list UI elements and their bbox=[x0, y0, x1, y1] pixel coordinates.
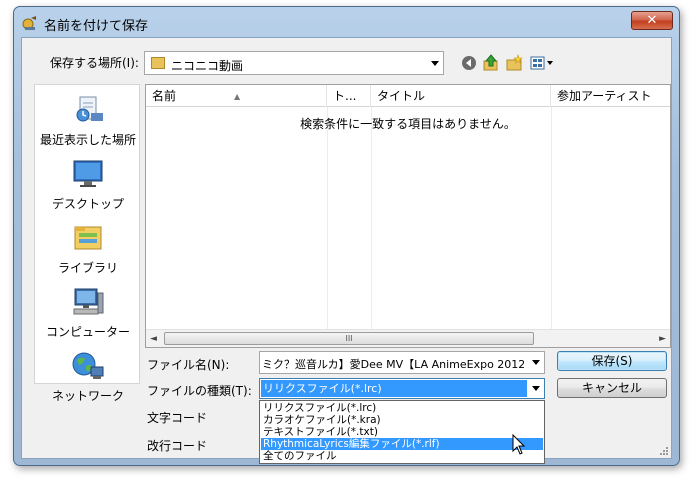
column-divider bbox=[551, 107, 552, 329]
sidebar-item-label: 最近表示した場所 bbox=[39, 133, 136, 147]
sidebar-item-computer[interactable]: コンピューター bbox=[35, 287, 141, 340]
sidebar-item-label: ライブラリ bbox=[57, 261, 118, 275]
sidebar-item-network[interactable]: ネットワーク bbox=[35, 351, 141, 404]
dropdown-option[interactable]: カラオケファイル(*.kra) bbox=[261, 414, 543, 426]
back-icon[interactable] bbox=[460, 54, 478, 72]
new-folder-icon[interactable] bbox=[506, 54, 524, 72]
title-bar[interactable]: 名前を付けて保存 ✕ bbox=[14, 7, 679, 37]
filetype-select[interactable]: リリクスファイル(*.lrc) bbox=[259, 378, 545, 399]
save-button[interactable]: 保存(S) bbox=[557, 351, 667, 371]
chevron-down-icon[interactable] bbox=[431, 61, 439, 66]
filetype-selected-value: リリクスファイル(*.lrc) bbox=[261, 380, 527, 397]
computer-icon bbox=[73, 288, 104, 315]
dialog-body: 保存する場所(I): ニコニコ動画 最近表示した場所 デスクトップ ライブラリ … bbox=[21, 37, 672, 464]
list-header: 名前 ▲ ト... タイトル 参加アーティスト bbox=[146, 85, 670, 107]
navigation-pane: 最近表示した場所 デスクトップ ライブラリ コンピューター ネットワーク bbox=[34, 84, 141, 403]
sidebar-item-label: コンピューター bbox=[45, 325, 130, 339]
desktop-icon bbox=[73, 160, 103, 187]
filetype-label: ファイルの種類(T): bbox=[147, 384, 252, 398]
filetype-dropdown-list: リリクスファイル(*.lrc) カラオケファイル(*.kra) テキストファイル… bbox=[259, 400, 545, 464]
save-location-value: ニコニコ動画 bbox=[171, 59, 244, 73]
chevron-down-icon[interactable] bbox=[532, 386, 540, 391]
save-location-label: 保存する場所(I): bbox=[50, 56, 139, 70]
resize-grip-icon[interactable] bbox=[659, 446, 669, 456]
mouse-cursor-icon bbox=[512, 434, 526, 455]
save-dialog-window: 名前を付けて保存 ✕ 保存する場所(I): ニコニコ動画 最近表示した場所 デス… bbox=[13, 6, 680, 466]
scrollbar-thumb[interactable]: III bbox=[164, 332, 534, 345]
column-divider bbox=[371, 107, 372, 329]
sidebar-item-libraries[interactable]: ライブラリ bbox=[35, 223, 141, 276]
sidebar-item-label: デスクトップ bbox=[51, 197, 124, 211]
network-icon bbox=[72, 352, 104, 379]
newline-label: 改行コード bbox=[147, 439, 208, 453]
filename-label: ファイル名(N): bbox=[147, 358, 230, 372]
file-list-view[interactable]: 名前 ▲ ト... タイトル 参加アーティスト 検索条件に一致する項目はありませ… bbox=[145, 84, 671, 348]
close-button[interactable]: ✕ bbox=[631, 11, 673, 30]
column-header-artist[interactable]: 参加アーティスト bbox=[551, 85, 672, 107]
sidebar-item-recent-places[interactable]: 最近表示した場所 bbox=[35, 95, 141, 148]
views-menu-icon[interactable] bbox=[530, 54, 556, 72]
dropdown-option[interactable]: テキストファイル(*.txt) bbox=[261, 426, 543, 438]
folder-icon bbox=[151, 57, 165, 69]
empty-list-message: 検索条件に一致する項目はありません。 bbox=[300, 117, 516, 131]
chevron-down-icon[interactable] bbox=[532, 360, 540, 365]
horizontal-scrollbar[interactable]: ◄ III ► bbox=[146, 329, 670, 347]
up-folder-icon[interactable] bbox=[482, 54, 500, 72]
sidebar-item-desktop[interactable]: デスクトップ bbox=[35, 159, 141, 212]
sidebar-item-label: ネットワーク bbox=[51, 389, 124, 403]
dropdown-option-highlighted[interactable]: RhythmicaLyrics編集ファイル(*.rlf) bbox=[261, 438, 543, 450]
window-title: 名前を付けて保存 bbox=[44, 19, 149, 34]
dropdown-option[interactable]: リリクスファイル(*.lrc) bbox=[261, 402, 543, 414]
column-header-title[interactable]: タイトル bbox=[371, 85, 551, 107]
app-icon bbox=[22, 16, 36, 30]
dropdown-option[interactable]: 全てのファイル bbox=[261, 450, 543, 462]
column-header-track[interactable]: ト... bbox=[327, 85, 371, 107]
filename-field[interactable]: ミク？巡音ルカ】愛Dee MV【LA AnimeExpo 2012】.lrc bbox=[259, 351, 545, 374]
cancel-button[interactable]: キャンセル bbox=[557, 378, 667, 398]
sort-ascending-icon: ▲ bbox=[234, 92, 241, 101]
column-header-name[interactable]: 名前 ▲ bbox=[146, 85, 327, 107]
save-location-combo[interactable]: ニコニコ動画 bbox=[144, 51, 444, 75]
recent-places-icon bbox=[76, 96, 103, 122]
scroll-right-icon[interactable]: ► bbox=[659, 334, 666, 344]
charcode-label: 文字コード bbox=[147, 411, 208, 425]
filename-value: ミク？巡音ルカ】愛Dee MV【LA AnimeExpo 2012】.lrc bbox=[262, 358, 524, 371]
column-divider bbox=[327, 107, 328, 329]
scroll-left-icon[interactable]: ◄ bbox=[150, 334, 157, 344]
libraries-icon bbox=[74, 226, 102, 250]
